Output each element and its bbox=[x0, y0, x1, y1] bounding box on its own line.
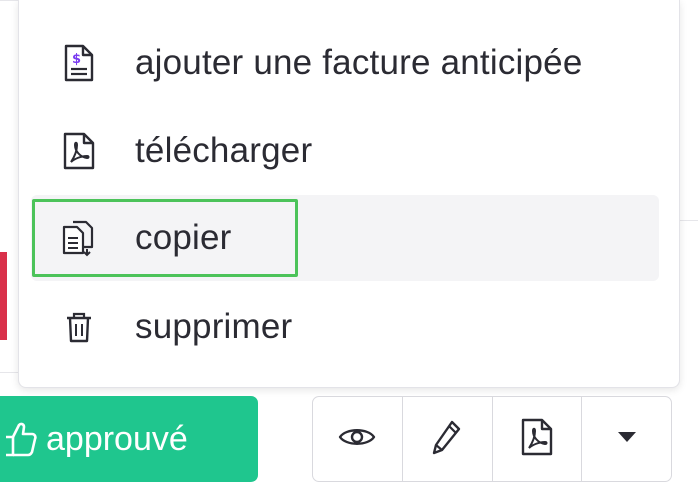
caret-down-icon bbox=[617, 430, 637, 448]
menu-item-label: ajouter une facture anticipée bbox=[135, 43, 583, 82]
document-actions-button-group bbox=[312, 396, 672, 482]
menu-item-label: copier bbox=[135, 218, 232, 257]
menu-item-label: supprimer bbox=[135, 307, 293, 346]
download-pdf-button[interactable] bbox=[493, 397, 583, 481]
approved-button[interactable]: approuvé bbox=[0, 396, 258, 482]
eye-icon bbox=[338, 425, 376, 454]
actions-dropdown-menu: $ ajouter une facture anticipée téléchar… bbox=[18, 0, 680, 388]
pdf-file-icon bbox=[520, 418, 554, 461]
background-divider bbox=[680, 220, 698, 221]
preview-button[interactable] bbox=[313, 397, 403, 481]
menu-item-delete[interactable]: supprimer bbox=[31, 284, 659, 370]
invoice-dollar-icon: $ bbox=[59, 43, 99, 83]
pdf-file-icon bbox=[59, 131, 99, 171]
menu-item-label: télécharger bbox=[135, 131, 313, 170]
more-actions-dropdown-button[interactable] bbox=[582, 397, 671, 481]
edit-button[interactable] bbox=[403, 397, 493, 481]
menu-item-add-advance-invoice[interactable]: $ ajouter une facture anticipée bbox=[31, 20, 659, 106]
approved-button-label: approuvé bbox=[46, 419, 188, 458]
menu-item-download[interactable]: télécharger bbox=[31, 108, 659, 194]
svg-text:$: $ bbox=[72, 52, 81, 67]
background-status-stripe bbox=[0, 252, 7, 340]
copy-documents-icon bbox=[59, 218, 99, 258]
menu-item-copy[interactable]: copier bbox=[31, 195, 659, 281]
thumbs-up-icon bbox=[4, 419, 38, 459]
trash-icon bbox=[59, 307, 99, 347]
background-divider bbox=[0, 372, 18, 373]
pencil-icon bbox=[432, 419, 462, 460]
background-divider bbox=[0, 0, 18, 1]
